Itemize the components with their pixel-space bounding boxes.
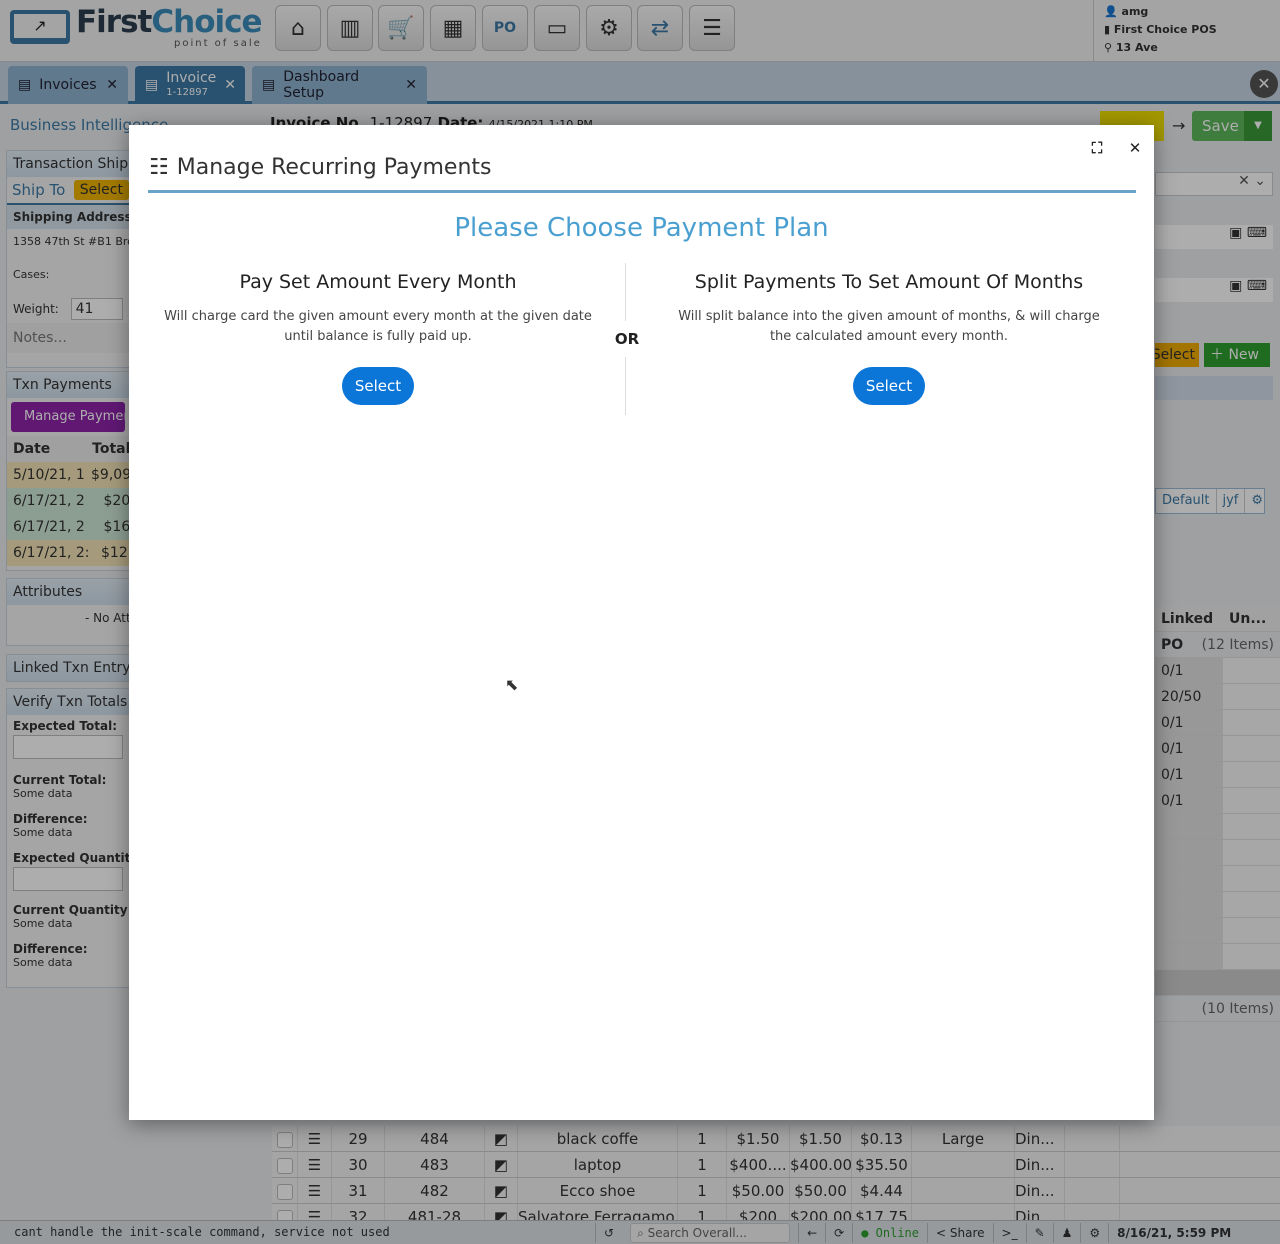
maximize-icon[interactable]: ⛶ [1082, 133, 1112, 163]
or-label: OR [614, 330, 640, 348]
divider [625, 357, 626, 415]
manage-recurring-payments-modal: ⛶ ✕ ☷ Manage Recurring Payments Please Ch… [129, 125, 1154, 1120]
divider [148, 190, 1136, 193]
close-icon[interactable]: ✕ [1120, 133, 1150, 163]
modal-title: ☷ Manage Recurring Payments [149, 155, 492, 180]
option-split-payments: Split Payments To Set Amount Of Months W… [654, 271, 1124, 405]
option-set-amount-monthly: Pay Set Amount Every Month Will charge c… [143, 271, 613, 405]
select-set-amount-button[interactable]: Select [342, 367, 414, 405]
select-split-payments-button[interactable]: Select [853, 367, 925, 405]
mouse-cursor-icon: ⬉ [505, 675, 519, 694]
payment-plan-heading: Please Choose Payment Plan [454, 213, 829, 243]
checklist-icon: ☷ [149, 155, 169, 180]
divider [625, 263, 626, 321]
